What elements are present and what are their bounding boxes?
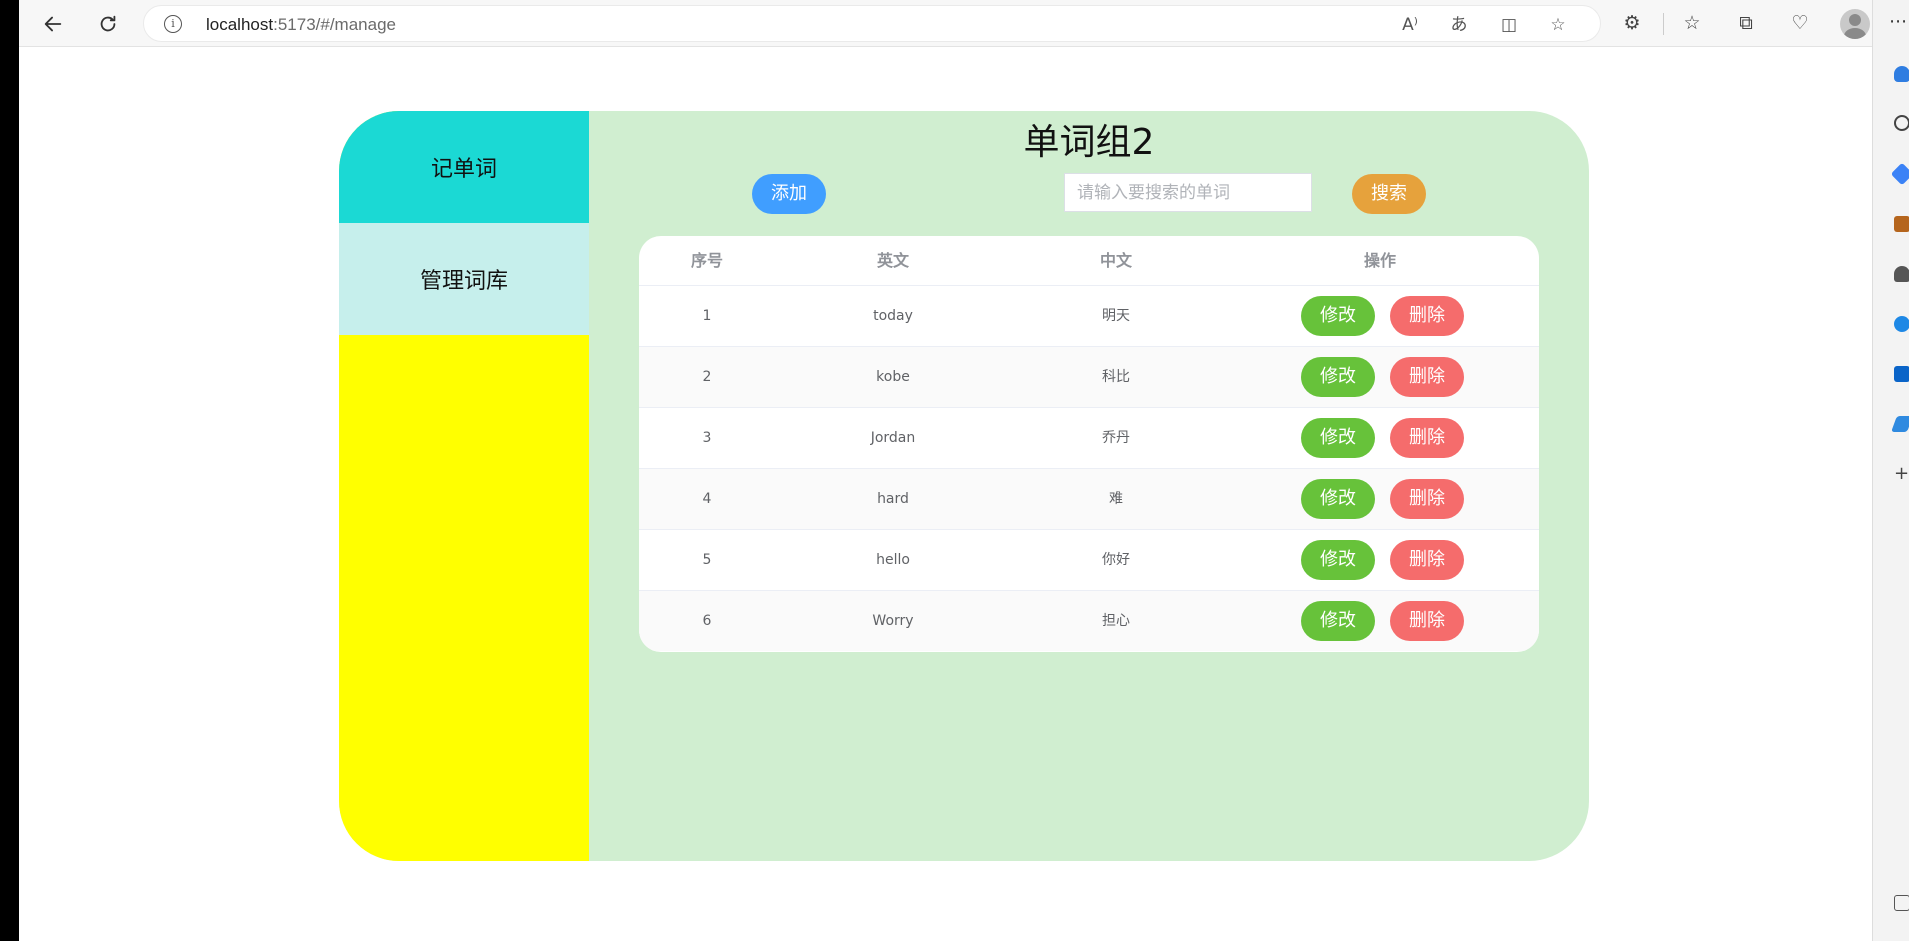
app-card: 记单词 管理词库 单词组2 添加 搜索 序号 英文 中文 操作 1 today … xyxy=(339,111,1589,861)
table-row: 6 Worry 担心 修改 删除 xyxy=(639,590,1539,651)
cell-chinese: 担心 xyxy=(1102,613,1130,629)
sidebar: 记单词 管理词库 xyxy=(339,111,589,861)
column-header-english: 英文 xyxy=(876,251,909,270)
favorite-star-icon[interactable]: ☆ xyxy=(1546,13,1570,37)
edit-button[interactable]: 修改 xyxy=(1301,357,1375,397)
delete-button[interactable]: 删除 xyxy=(1390,601,1464,641)
outlook-icon[interactable] xyxy=(1894,366,1909,382)
page-title: 单词组2 xyxy=(1023,122,1155,163)
cell-english: kobe xyxy=(876,369,910,385)
address-bar[interactable]: i localhost:5173/#/manage A⁾ あ ◫ ☆ xyxy=(143,5,1601,42)
url-path: :5173/#/manage xyxy=(273,15,396,34)
search-input[interactable] xyxy=(1064,173,1312,212)
translate-icon[interactable]: あ xyxy=(1447,13,1471,37)
cell-index: 3 xyxy=(702,430,712,446)
add-app-icon[interactable]: + xyxy=(1894,466,1909,482)
cell-chinese: 难 xyxy=(1109,491,1123,507)
table-header: 序号 英文 中文 操作 xyxy=(639,236,1539,285)
search-icon[interactable] xyxy=(1894,115,1909,131)
url-host: localhost xyxy=(206,15,274,34)
column-header-chinese: 中文 xyxy=(1099,251,1132,270)
extensions-icon[interactable]: ⚙ xyxy=(1619,10,1645,36)
column-header-index: 序号 xyxy=(690,251,723,270)
cell-english: hard xyxy=(877,491,909,507)
table-row: 1 today 明天 修改 删除 xyxy=(639,285,1539,346)
url-text[interactable]: localhost:5173/#/manage xyxy=(206,15,396,35)
notifications-icon[interactable] xyxy=(1894,66,1909,82)
reload-button[interactable] xyxy=(92,8,124,40)
delete-button[interactable]: 删除 xyxy=(1390,296,1464,336)
back-arrow-icon xyxy=(44,16,62,32)
cell-index: 1 xyxy=(702,308,712,324)
collections-icon[interactable]: ⧉ xyxy=(1733,10,1759,36)
add-button[interactable]: 添加 xyxy=(752,174,826,214)
read-aloud-icon[interactable]: A⁾ xyxy=(1398,13,1422,37)
table-row: 4 hard 难 修改 删除 xyxy=(639,468,1539,529)
search-button[interactable]: 搜索 xyxy=(1352,174,1426,214)
cell-chinese: 明天 xyxy=(1102,308,1130,324)
cell-english: Worry xyxy=(872,613,914,629)
edit-button[interactable]: 修改 xyxy=(1301,479,1375,519)
delete-button[interactable]: 删除 xyxy=(1390,357,1464,397)
column-header-actions: 操作 xyxy=(1363,251,1396,270)
cell-english: hello xyxy=(876,552,910,568)
main-panel: 单词组2 添加 搜索 序号 英文 中文 操作 1 today 明天 修改 删除 xyxy=(589,111,1589,861)
sidebar-item-memorize[interactable]: 记单词 xyxy=(339,111,589,223)
table-row: 3 Jordan 乔丹 修改 删除 xyxy=(639,407,1539,468)
delete-button[interactable]: 删除 xyxy=(1390,418,1464,458)
split-screen-icon[interactable]: ◫ xyxy=(1497,13,1521,37)
more-options-icon[interactable]: ⋯ xyxy=(1889,11,1907,32)
cell-index: 6 xyxy=(702,613,712,629)
hide-sidebar-icon[interactable] xyxy=(1894,895,1909,911)
edit-button[interactable]: 修改 xyxy=(1301,540,1375,580)
cell-chinese: 乔丹 xyxy=(1102,430,1130,446)
profile-avatar[interactable] xyxy=(1840,9,1870,39)
edit-button[interactable]: 修改 xyxy=(1301,601,1375,641)
cell-english: today xyxy=(873,308,913,324)
copilot-icon[interactable] xyxy=(1894,316,1909,332)
browser-window: i localhost:5173/#/manage A⁾ あ ◫ ☆ ⚙ ☆ ⧉… xyxy=(19,0,1872,941)
games-icon[interactable] xyxy=(1894,266,1909,282)
reload-icon xyxy=(100,15,116,32)
edit-button[interactable]: 修改 xyxy=(1301,418,1375,458)
tools-icon[interactable] xyxy=(1894,216,1909,232)
cell-index: 2 xyxy=(702,369,712,385)
table-row: 5 hello 你好 修改 删除 xyxy=(639,529,1539,590)
toolbar-divider xyxy=(1663,13,1664,35)
browser-essentials-icon[interactable]: ♡ xyxy=(1787,10,1813,36)
delete-button[interactable]: 删除 xyxy=(1390,540,1464,580)
site-info-icon[interactable]: i xyxy=(164,15,182,33)
favorites-icon[interactable]: ☆ xyxy=(1679,10,1705,36)
cell-chinese: 你好 xyxy=(1102,552,1130,568)
cell-index: 5 xyxy=(702,552,712,568)
edit-button[interactable]: 修改 xyxy=(1301,296,1375,336)
cell-english: Jordan xyxy=(870,430,916,446)
back-button[interactable] xyxy=(37,8,69,40)
cell-chinese: 科比 xyxy=(1102,369,1130,385)
cell-index: 4 xyxy=(702,491,712,507)
delete-button[interactable]: 删除 xyxy=(1390,479,1464,519)
word-table: 序号 英文 中文 操作 1 today 明天 修改 删除 2 kobe 科比 修… xyxy=(639,236,1539,652)
browser-toolbar: i localhost:5173/#/manage A⁾ あ ◫ ☆ ⚙ ☆ ⧉… xyxy=(19,0,1872,47)
table-row: 2 kobe 科比 修改 删除 xyxy=(639,346,1539,407)
sidebar-item-manage[interactable]: 管理词库 xyxy=(339,223,589,335)
